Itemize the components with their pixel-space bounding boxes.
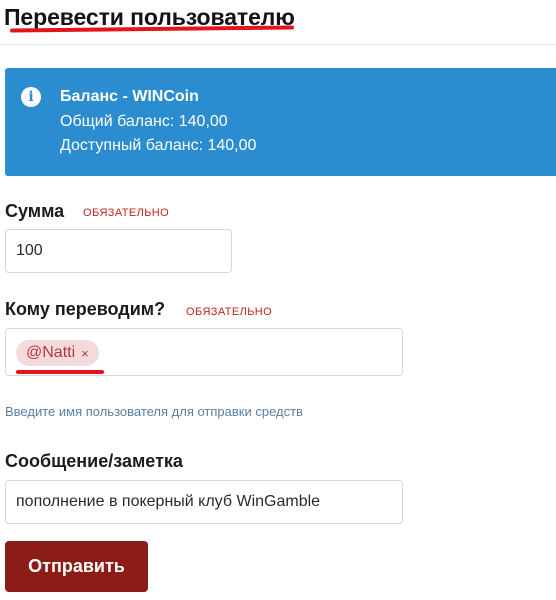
recipient-hint: Введите имя пользователя для отправки ср… (5, 404, 303, 419)
message-label: Сообщение/заметка (5, 451, 183, 471)
tag-highlight-underline (16, 370, 104, 374)
recipient-tag: @Natti × (16, 340, 99, 366)
amount-label: Сумма (5, 201, 65, 221)
amount-required-tag: ОБЯЗАТЕЛЬНО (83, 207, 170, 219)
submit-button[interactable]: Отправить (5, 541, 148, 592)
amount-input[interactable] (16, 242, 231, 260)
available-balance: Доступный баланс: 140,00 (60, 137, 257, 154)
recipient-required-tag: ОБЯЗАТЕЛЬНО (186, 306, 273, 318)
info-icon: i (21, 87, 41, 107)
total-balance: Общий баланс: 140,00 (60, 113, 228, 130)
message-input[interactable] (16, 493, 402, 511)
recipient-tag-label: @Natti (26, 344, 76, 361)
transfer-page: Перевести пользователю i Баланс - WINCoi… (0, 0, 556, 600)
close-icon[interactable]: × (81, 346, 89, 361)
recipient-label: Кому переводим? (5, 299, 166, 319)
header-divider (0, 44, 556, 45)
message-field-wrapper (5, 480, 403, 524)
balance-title: Баланс - WINCoin (60, 88, 199, 105)
amount-field-wrapper (5, 229, 232, 273)
